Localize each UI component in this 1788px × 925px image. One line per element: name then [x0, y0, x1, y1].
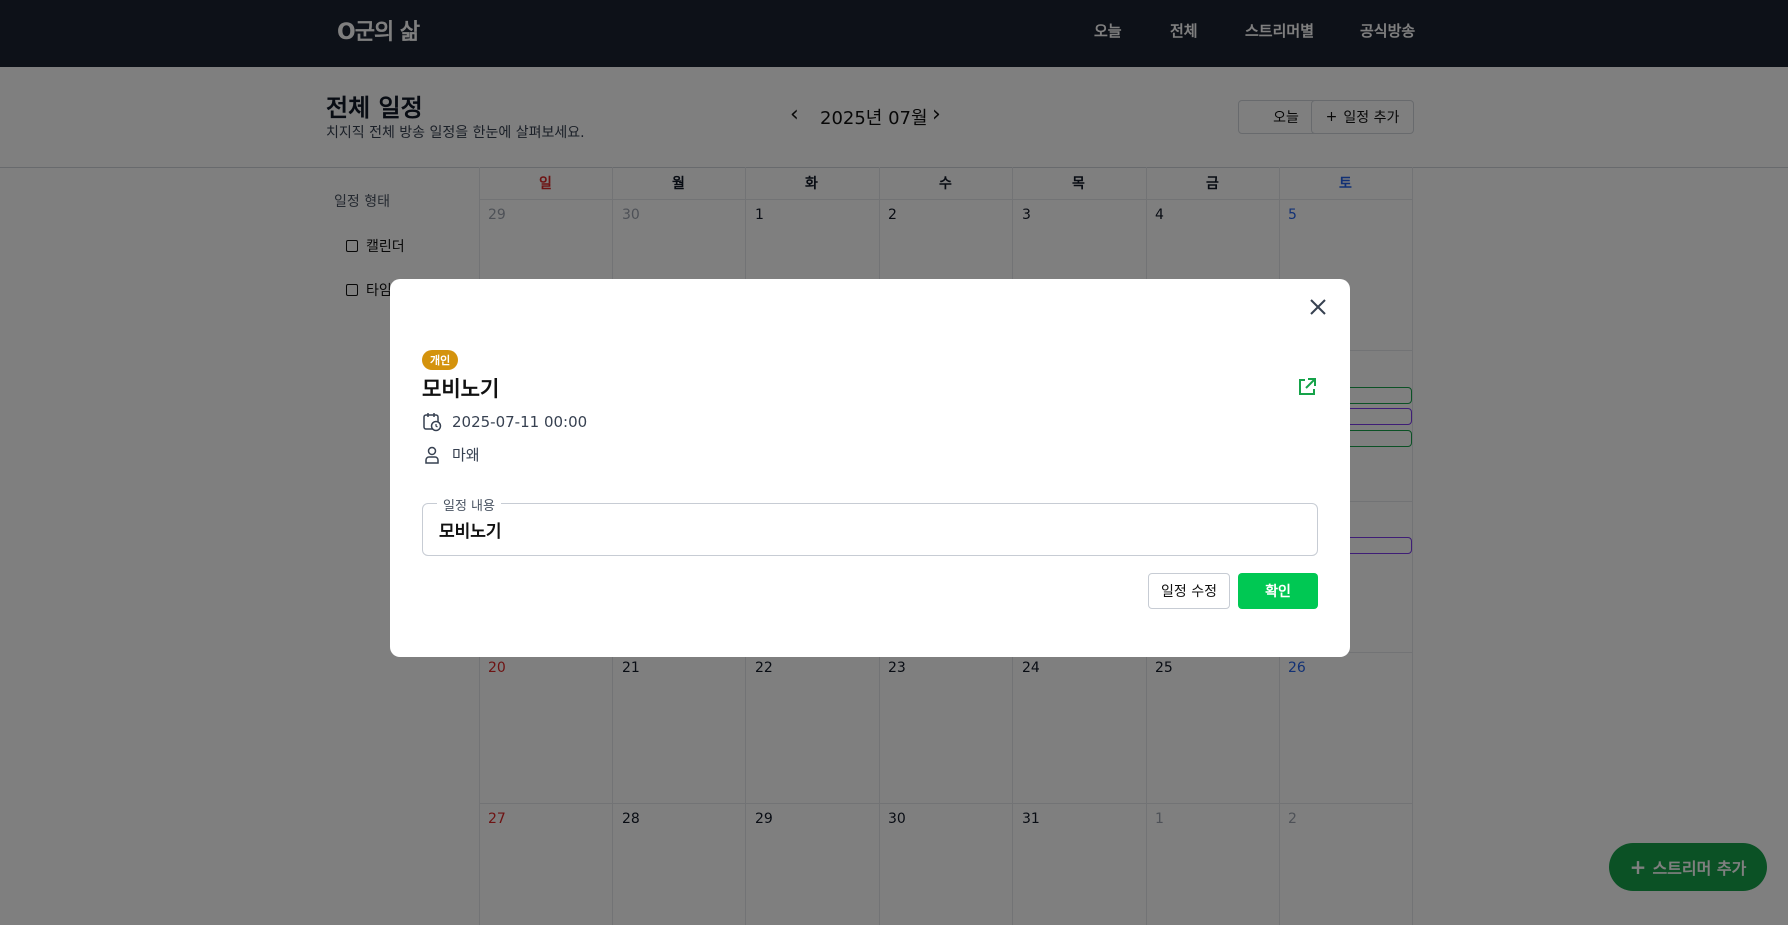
schedule-content-label: 일정 내용	[437, 495, 501, 514]
external-link-icon[interactable]	[1296, 376, 1318, 398]
confirm-button[interactable]: 확인	[1238, 573, 1318, 609]
event-person: 마왜	[452, 446, 480, 464]
schedule-detail-modal: 개인 모비노기 2025-07-11 00:00 마왜 일정 내용 모비노기 일…	[390, 279, 1350, 657]
event-datetime: 2025-07-11 00:00	[452, 413, 588, 431]
close-icon[interactable]	[1304, 293, 1332, 321]
event-datetime-row: 2025-07-11 00:00	[422, 412, 587, 432]
calendar-clock-icon	[423, 413, 442, 432]
schedule-content-field[interactable]: 일정 내용 모비노기	[422, 495, 1318, 556]
person-icon	[425, 446, 439, 464]
event-title: 모비노기	[422, 377, 500, 401]
event-person-row: 마왜	[422, 444, 480, 465]
edit-schedule-button[interactable]: 일정 수정	[1148, 573, 1230, 609]
schedule-content-value: 모비노기	[439, 522, 502, 542]
category-badge: 개인	[422, 350, 459, 370]
